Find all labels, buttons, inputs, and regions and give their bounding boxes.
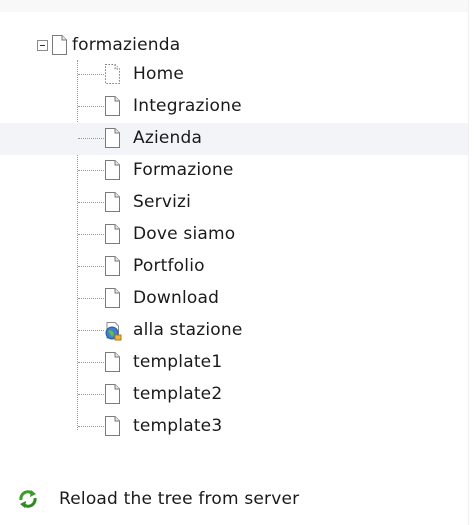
- tree-node[interactable]: Download: [0, 283, 468, 315]
- tree-node[interactable]: template3: [0, 411, 468, 443]
- tree-node[interactable]: Home: [0, 59, 468, 91]
- page-icon: [104, 352, 121, 372]
- tree-node-label: Download: [133, 288, 220, 308]
- page-icon: [104, 192, 121, 212]
- tree-node-label: template3: [133, 416, 223, 436]
- tree-branch-line: [78, 394, 104, 395]
- tree-node[interactable]: template2: [0, 379, 468, 411]
- panel-top-band: [0, 0, 468, 12]
- tree-node-label: alla stazione: [133, 320, 243, 340]
- page-icon: [104, 384, 121, 404]
- tree-node-label: template1: [133, 352, 223, 372]
- tree-node[interactable]: Azienda: [0, 123, 468, 155]
- page-icon: [104, 96, 121, 116]
- tree-node-label: Home: [133, 64, 185, 84]
- tree-node[interactable]: alla stazione: [0, 315, 468, 347]
- reload-tree-button[interactable]: Reload the tree from server: [17, 485, 299, 513]
- tree-branch-line: [78, 74, 104, 75]
- tree-branch-line: [78, 170, 104, 171]
- tree-branch-line: [78, 426, 104, 427]
- tree-node[interactable]: Integrazione: [0, 91, 468, 123]
- page-icon: [104, 128, 121, 148]
- tree-node[interactable]: Formazione: [0, 155, 468, 187]
- tree-node-label: Portfolio: [133, 256, 205, 276]
- page-tree-panel: formazienda Home Integrazione Azienda Forma…: [0, 0, 469, 525]
- reload-icon[interactable]: [17, 488, 39, 510]
- tree-branch-line: [78, 298, 104, 299]
- tree-node-label: Azienda: [133, 128, 203, 148]
- tree-node-label: Formazione: [133, 160, 234, 180]
- tree-branch-line: [78, 330, 104, 331]
- page-dotted-icon: [104, 64, 121, 84]
- globe-link-icon: [103, 321, 123, 341]
- tree-branch-line: [78, 106, 104, 107]
- tree-node-label: template2: [133, 384, 223, 404]
- tree-branch-line: [78, 234, 104, 235]
- tree-branch-line: [78, 362, 104, 363]
- page-icon: [104, 416, 121, 436]
- tree-root-node[interactable]: formazienda: [37, 32, 180, 58]
- tree-branch-line: [78, 138, 104, 139]
- collapse-toggle-icon[interactable]: [37, 39, 48, 51]
- tree-node[interactable]: template1: [0, 347, 468, 379]
- tree-node-label: Servizi: [133, 192, 192, 212]
- tree-branch-line: [78, 202, 104, 203]
- tree-root-label: formazienda: [72, 35, 181, 55]
- tree-node-label: Integrazione: [133, 96, 242, 116]
- tree-branch-line: [78, 266, 104, 267]
- reload-label: Reload the tree from server: [59, 489, 300, 509]
- tree-node[interactable]: Servizi: [0, 187, 468, 219]
- page-icon: [104, 224, 121, 244]
- tree-node-label: Dove siamo: [133, 224, 236, 244]
- page-icon: [104, 160, 121, 180]
- page-icon: [51, 35, 68, 55]
- tree-node[interactable]: Dove siamo: [0, 219, 468, 251]
- page-icon: [104, 256, 121, 276]
- tree-node[interactable]: Portfolio: [0, 251, 468, 283]
- page-icon: [104, 288, 121, 308]
